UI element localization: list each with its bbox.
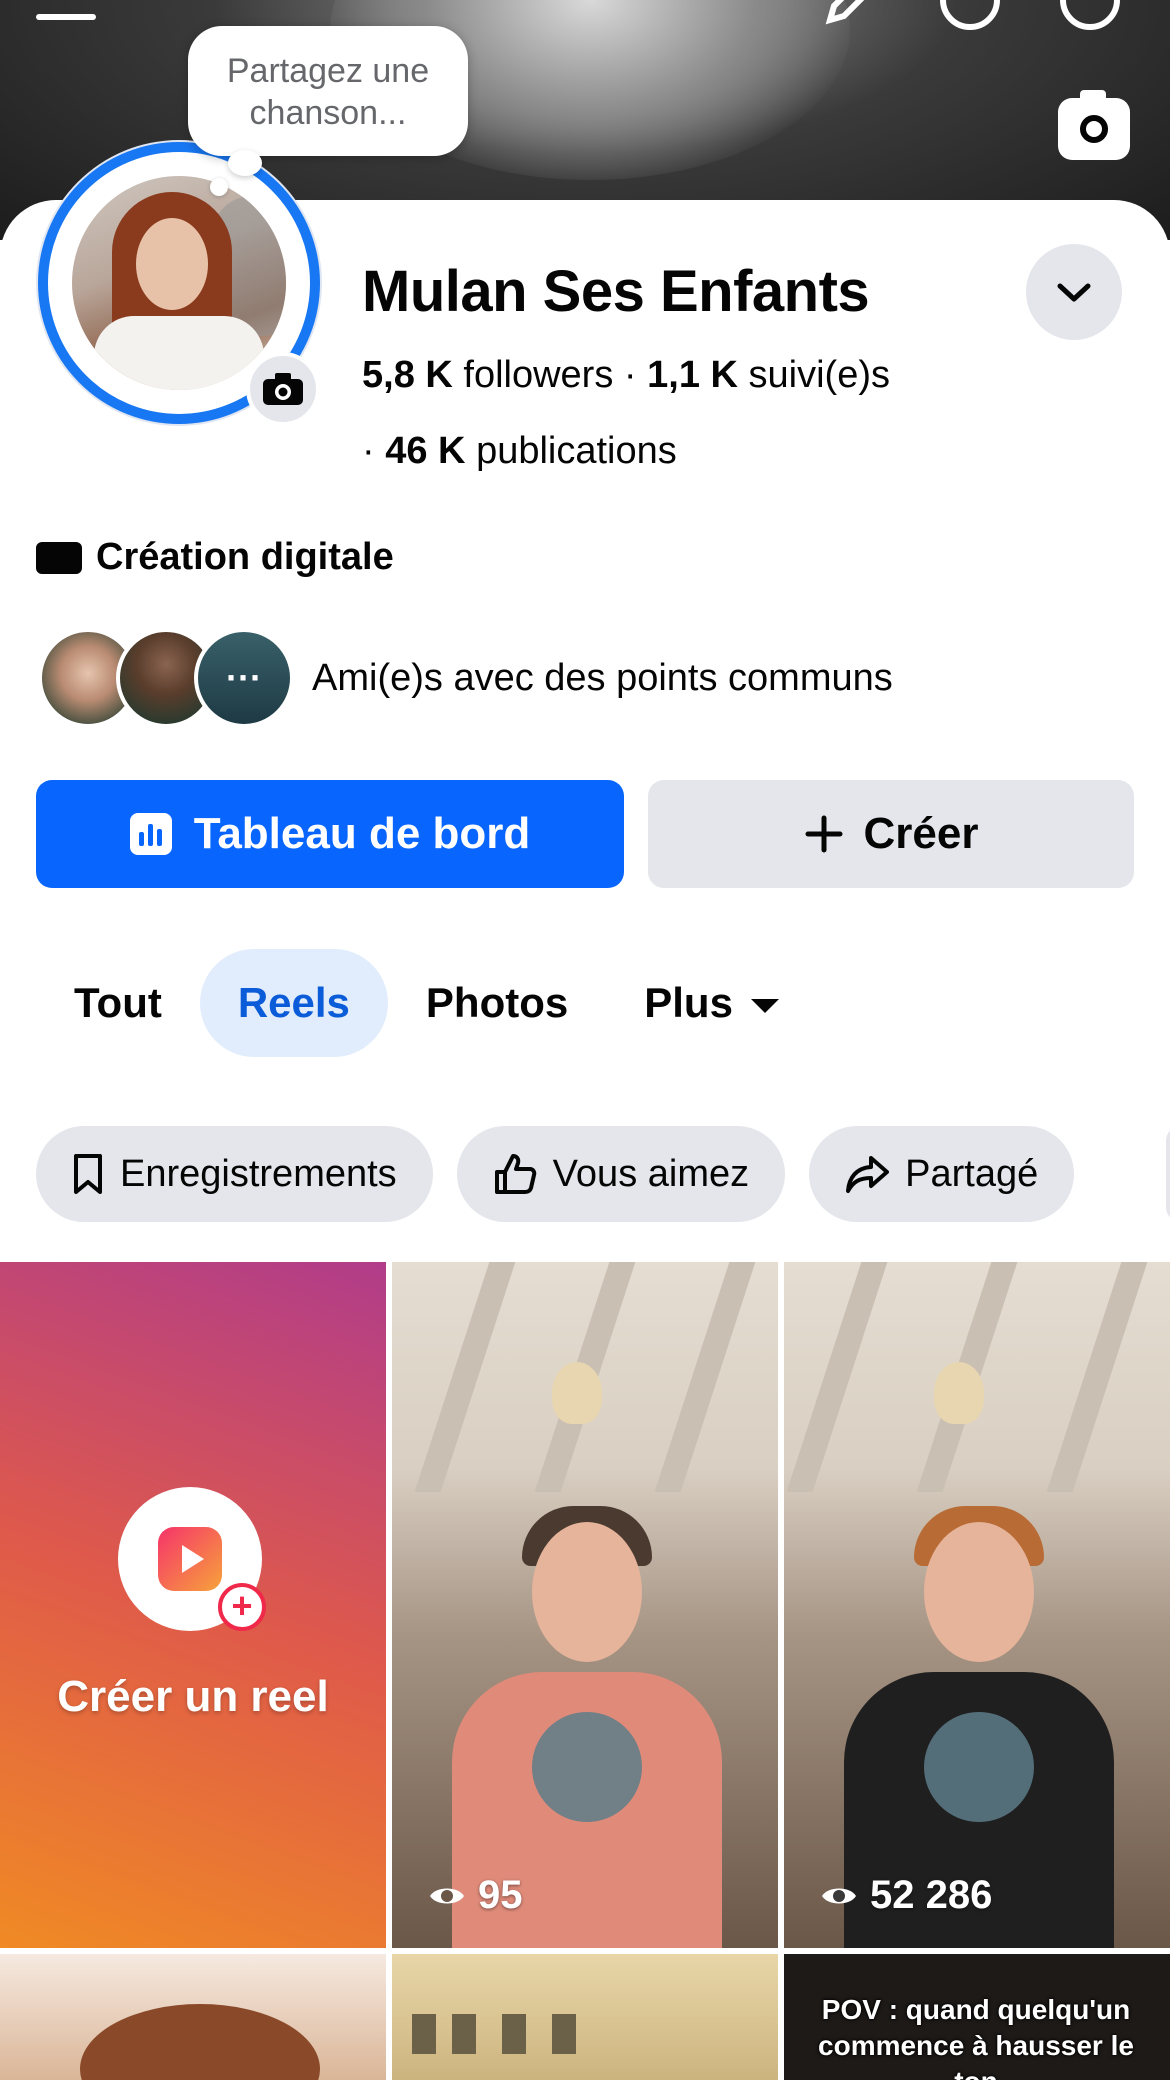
edit-cover-camera-icon[interactable] xyxy=(1058,90,1130,160)
posts-stats: · 46 K publications xyxy=(362,430,677,472)
create-reel-tile[interactable]: + Créer un reel xyxy=(0,1262,386,1948)
profile-category: Création digitale xyxy=(36,536,394,579)
chip-saved[interactable]: Enregistrements xyxy=(36,1126,433,1222)
tab-plus[interactable]: Plus xyxy=(606,949,817,1057)
more-friends-avatar: ··· xyxy=(194,628,294,728)
thumbs-up-icon xyxy=(494,1154,536,1194)
lamp xyxy=(934,1362,984,1424)
create-button[interactable]: Créer xyxy=(648,780,1134,888)
chip-liked-label: Vous aimez xyxy=(552,1152,750,1195)
menu-icon[interactable] xyxy=(36,14,96,20)
profile-tabs: Tout Reels Photos Plus xyxy=(36,948,817,1058)
tab-photos[interactable]: Photos xyxy=(388,949,606,1057)
more-dots-icon: ··· xyxy=(226,657,262,698)
reel-thumbnail[interactable]: POV : quand quelqu'un commence à hausser… xyxy=(784,1954,1170,2080)
view-count: 52 286 xyxy=(820,1873,992,1918)
note-tail xyxy=(228,150,262,176)
top-actions xyxy=(820,0,1120,30)
profile-name: Mulan Ses Enfants xyxy=(362,259,870,324)
avatar[interactable] xyxy=(72,176,286,390)
tab-reels[interactable]: Reels xyxy=(199,949,388,1057)
view-count-value: 52 286 xyxy=(870,1873,993,1917)
dashboard-button[interactable]: Tableau de bord xyxy=(36,780,624,888)
mutual-friends[interactable]: ··· Ami(e)s avec des points communs xyxy=(38,626,893,730)
chip-saved-label: Enregistrements xyxy=(120,1152,397,1195)
next-chip[interactable] xyxy=(1166,1126,1170,1222)
dashboard-label: Tableau de bord xyxy=(193,809,531,858)
mutual-friends-label: Ami(e)s avec des points communs xyxy=(312,656,893,699)
profile-options-button[interactable] xyxy=(1026,244,1122,340)
chip-liked[interactable]: Vous aimez xyxy=(456,1126,786,1222)
posts-count: 46 K xyxy=(385,430,466,472)
reels-icon xyxy=(158,1527,222,1591)
note-tail-small xyxy=(210,178,228,196)
caret-down-icon xyxy=(750,998,779,1013)
category-label: Création digitale xyxy=(96,536,394,578)
edit-icon[interactable] xyxy=(820,0,880,30)
followers-count[interactable]: 5,8 K xyxy=(362,354,453,396)
view-count: 95 xyxy=(428,1873,523,1918)
posts-label: publications xyxy=(476,430,677,472)
reel-caption: POV : quand quelqu'un commence à hausser… xyxy=(818,1994,1134,2080)
create-reel-label: Créer un reel xyxy=(57,1672,329,1721)
share-icon xyxy=(846,1156,890,1193)
dashboard-icon xyxy=(129,813,172,855)
plus-icon xyxy=(805,815,843,853)
note-text: Partagez une chanson... xyxy=(226,52,430,132)
bookmark-icon xyxy=(74,1154,102,1194)
reel-thumbnail[interactable]: 95 xyxy=(392,1262,778,1948)
note-bubble[interactable]: Partagez une chanson... xyxy=(188,26,468,156)
eye-icon xyxy=(822,1888,856,1903)
reel-bubble: + xyxy=(118,1487,266,1631)
messenger-icon[interactable] xyxy=(1060,0,1120,30)
followers-label[interactable]: followers xyxy=(463,354,613,396)
create-label: Créer xyxy=(863,809,979,858)
plus-badge-icon: + xyxy=(218,1583,266,1631)
search-icon[interactable] xyxy=(940,0,1000,30)
edit-avatar-camera-icon[interactable] xyxy=(246,352,320,426)
reel-thumbnail[interactable] xyxy=(0,1954,386,2080)
eye-icon xyxy=(430,1888,464,1903)
view-count-value: 95 xyxy=(478,1873,523,1917)
tab-tout[interactable]: Tout xyxy=(36,949,200,1057)
tab-plus-label: Plus xyxy=(644,979,733,1026)
following-count[interactable]: 1,1 K xyxy=(647,354,738,396)
chip-shared-label: Partagé xyxy=(905,1152,1039,1195)
chip-shared[interactable]: Partagé xyxy=(809,1126,1075,1222)
reel-thumbnail[interactable] xyxy=(392,1954,778,2080)
clapperboard-icon xyxy=(36,541,82,574)
reels-filters: Enregistrements Vous aimez Partagé xyxy=(36,1126,1075,1222)
lamp xyxy=(552,1362,602,1424)
following-label[interactable]: suivi(e)s xyxy=(749,354,890,396)
reel-thumbnail[interactable]: 52 286 xyxy=(784,1262,1170,1948)
chevron-down-icon xyxy=(1057,283,1091,302)
profile-page: Partagez une chanson... Mulan Ses Enfant… xyxy=(0,0,1170,2080)
follow-stats: 5,8 K followers · 1,1 K suivi(e)s xyxy=(362,354,890,396)
